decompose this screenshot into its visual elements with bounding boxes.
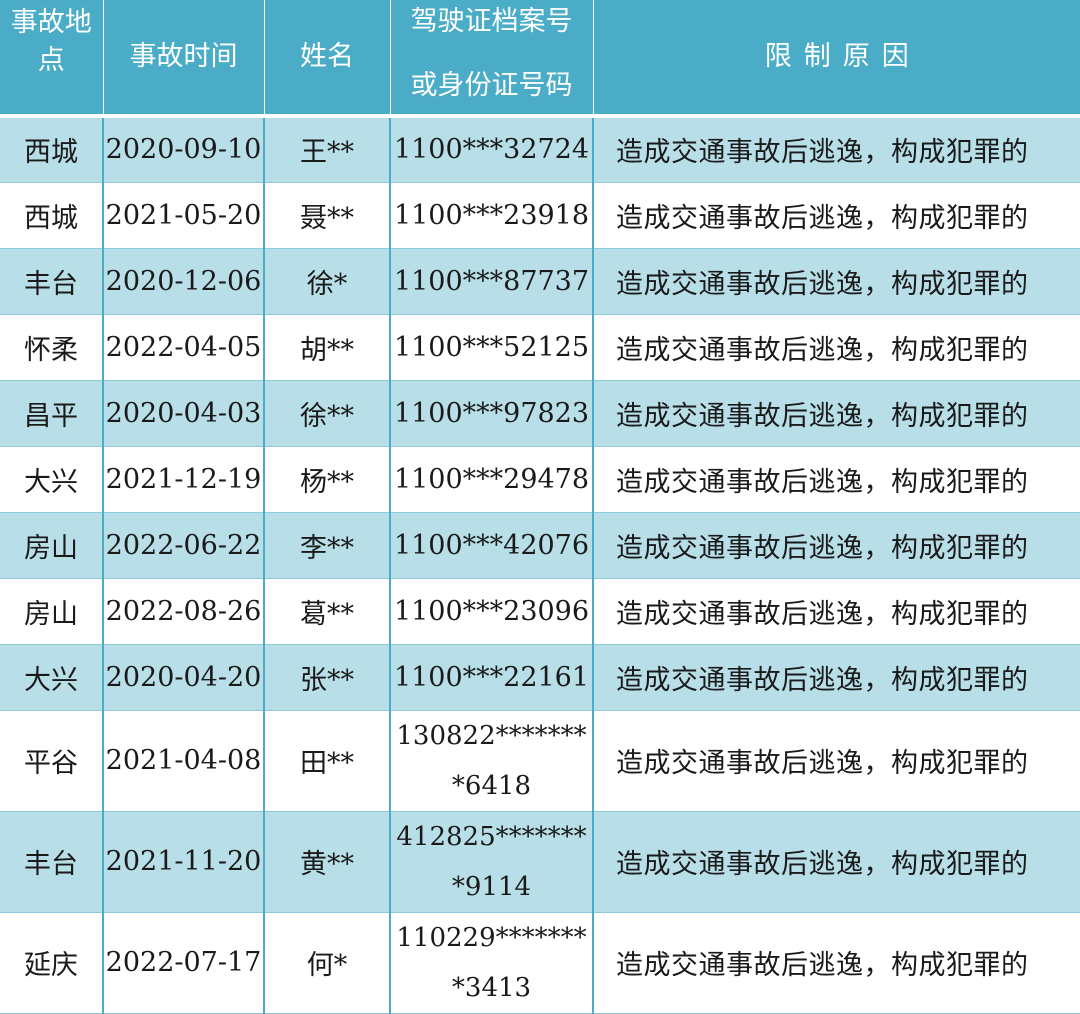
cell-id: 412825******* *9114 — [390, 811, 594, 913]
cell-reason: 造成交通事故后逃逸，构成犯罪的 — [593, 446, 1080, 513]
table-row: 怀柔 2022-04-05 胡** 1100***52125 造成交通事故后逃逸，构成犯… — [0, 314, 1080, 381]
header-reason: 限制原因 — [593, 0, 1080, 118]
table-row: 西城 2020-09-10 王** 1100***32724 造成交通事故后逃逸，构成犯… — [0, 116, 1080, 183]
cell-id: 130822******* *6418 — [390, 710, 594, 812]
cell-location: 平谷 — [0, 710, 104, 812]
header-name: 姓名 — [264, 0, 391, 118]
cell-location: 大兴 — [0, 644, 104, 711]
header-time: 事故时间 — [103, 0, 265, 118]
cell-time: 2021-12-19 — [103, 446, 265, 513]
cell-id: 1100***42076 — [390, 512, 594, 579]
header-row: 事故地 点 事故时间 姓名 驾驶证档案号 或身份证号码 限制原因 — [0, 0, 1080, 118]
cell-id: 1100***32724 — [390, 116, 594, 183]
cell-location: 西城 — [0, 182, 104, 249]
cell-time: 2022-07-17 — [103, 912, 265, 1014]
cell-location: 丰台 — [0, 248, 104, 315]
cell-time: 2022-06-22 — [103, 512, 265, 579]
cell-name: 黄** — [264, 811, 391, 913]
table-header: 事故地 点 事故时间 姓名 驾驶证档案号 或身份证号码 限制原因 — [0, 0, 1080, 118]
cell-name: 田** — [264, 710, 391, 812]
cell-id-line: 130822******* — [396, 720, 587, 751]
cell-id: 110229******* *3413 — [390, 912, 594, 1014]
table-row: 房山 2022-08-26 葛** 1100***23096 造成交通事故后逃逸，构成犯… — [0, 578, 1080, 645]
cell-name: 聂** — [264, 182, 391, 249]
table-row: 丰台 2020-12-06 徐* 1100***87737 造成交通事故后逃逸，构成犯罪… — [0, 248, 1080, 315]
header-id: 驾驶证档案号 或身份证号码 — [390, 0, 594, 118]
table-body: 西城 2020-09-10 王** 1100***32724 造成交通事故后逃逸，构成犯… — [0, 116, 1080, 1014]
table-row: 丰台 2021-11-20 黄** 412825******* *9114 造成交通事故后… — [0, 811, 1080, 913]
header-location-line2: 点 — [37, 45, 65, 76]
cell-reason: 造成交通事故后逃逸，构成犯罪的 — [593, 380, 1080, 447]
cell-id: 1100***23096 — [390, 578, 594, 645]
table-row: 西城 2021-05-20 聂** 1100***23918 造成交通事故后逃逸，构成犯… — [0, 182, 1080, 249]
table-row: 大兴 2021-12-19 杨** 1100***29478 造成交通事故后逃逸，构成犯… — [0, 446, 1080, 513]
cell-location: 丰台 — [0, 811, 104, 913]
cell-reason: 造成交通事故后逃逸，构成犯罪的 — [593, 644, 1080, 711]
cell-name: 徐** — [264, 380, 391, 447]
cell-id-line: *6418 — [451, 770, 532, 801]
cell-reason: 造成交通事故后逃逸，构成犯罪的 — [593, 512, 1080, 579]
cell-id: 1100***23918 — [390, 182, 594, 249]
cell-reason: 造成交通事故后逃逸，构成犯罪的 — [593, 314, 1080, 381]
table-row: 房山 2022-06-22 李** 1100***42076 造成交通事故后逃逸，构成犯… — [0, 512, 1080, 579]
cell-reason: 造成交通事故后逃逸，构成犯罪的 — [593, 578, 1080, 645]
header-id-line2: 或身份证号码 — [410, 70, 573, 101]
cell-time: 2021-05-20 — [103, 182, 265, 249]
table-row: 昌平 2020-04-03 徐** 1100***97823 造成交通事故后逃逸，构成犯… — [0, 380, 1080, 447]
cell-location: 延庆 — [0, 912, 104, 1014]
cell-name: 胡** — [264, 314, 391, 381]
cell-time: 2020-12-06 — [103, 248, 265, 315]
cell-name: 杨** — [264, 446, 391, 513]
table-row: 大兴 2020-04-20 张** 1100***22161 造成交通事故后逃逸，构成犯… — [0, 644, 1080, 711]
cell-name: 何* — [264, 912, 391, 1014]
cell-name: 李** — [264, 512, 391, 579]
cell-name: 葛** — [264, 578, 391, 645]
header-location: 事故地 点 — [0, 0, 104, 118]
cell-location: 大兴 — [0, 446, 104, 513]
cell-reason: 造成交通事故后逃逸，构成犯罪的 — [593, 811, 1080, 913]
cell-time: 2022-08-26 — [103, 578, 265, 645]
cell-location: 房山 — [0, 578, 104, 645]
cell-reason: 造成交通事故后逃逸，构成犯罪的 — [593, 912, 1080, 1014]
cell-time: 2020-04-03 — [103, 380, 265, 447]
cell-time: 2021-11-20 — [103, 811, 265, 913]
cell-name: 王** — [264, 116, 391, 183]
cell-location: 怀柔 — [0, 314, 104, 381]
cell-time: 2020-04-20 — [103, 644, 265, 711]
header-location-line1: 事故地 — [10, 7, 92, 38]
table-row: 延庆 2022-07-17 何* 110229******* *3413 造成交通事故后逃… — [0, 912, 1080, 1014]
cell-reason: 造成交通事故后逃逸，构成犯罪的 — [593, 182, 1080, 249]
cell-location: 昌平 — [0, 380, 104, 447]
restriction-table: 事故地 点 事故时间 姓名 驾驶证档案号 或身份证号码 限制原因 西城 2020-… — [0, 0, 1080, 1014]
cell-time: 2021-04-08 — [103, 710, 265, 812]
cell-id-line: *3413 — [451, 972, 532, 1003]
cell-id: 1100***29478 — [390, 446, 594, 513]
cell-id-line: 412825******* — [396, 821, 587, 852]
cell-reason: 造成交通事故后逃逸，构成犯罪的 — [593, 116, 1080, 183]
cell-time: 2022-04-05 — [103, 314, 265, 381]
table-row: 平谷 2021-04-08 田** 130822******* *6418 造成交通事故后… — [0, 710, 1080, 812]
cell-id: 1100***97823 — [390, 380, 594, 447]
cell-name: 徐* — [264, 248, 391, 315]
cell-location: 房山 — [0, 512, 104, 579]
cell-id-line: 110229******* — [396, 922, 587, 953]
cell-reason: 造成交通事故后逃逸，构成犯罪的 — [593, 248, 1080, 315]
cell-location: 西城 — [0, 116, 104, 183]
cell-reason: 造成交通事故后逃逸，构成犯罪的 — [593, 710, 1080, 812]
header-id-line1: 驾驶证档案号 — [410, 6, 573, 37]
cell-id: 1100***22161 — [390, 644, 594, 711]
cell-id: 1100***52125 — [390, 314, 594, 381]
cell-time: 2020-09-10 — [103, 116, 265, 183]
cell-id-line: *9114 — [451, 871, 532, 902]
cell-name: 张** — [264, 644, 391, 711]
cell-id: 1100***87737 — [390, 248, 594, 315]
